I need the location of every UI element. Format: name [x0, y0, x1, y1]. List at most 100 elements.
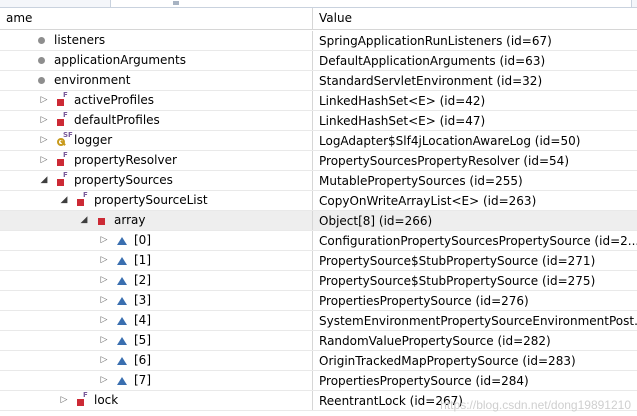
variable-value: PropertiesPropertySource (id=276)	[312, 291, 637, 310]
expand-toggle[interactable]: ▷	[38, 111, 50, 130]
variable-value: LogAdapter$Slf4jLocationAwareLog (id=50)	[312, 131, 637, 150]
tree-row-name-cell: ◢ propertySources	[0, 171, 312, 190]
tree-row[interactable]: ▷ [0] ConfigurationPropertySourcesProper…	[0, 231, 637, 251]
expand-toggle[interactable]: ▷	[98, 291, 110, 310]
tree-row-name-cell: ▷ lock	[0, 391, 312, 410]
array-element-icon	[116, 375, 128, 387]
array-element-icon	[116, 275, 128, 287]
tree-row-name-cell: ▷ [0]	[0, 231, 312, 250]
variable-name: propertySources	[74, 173, 173, 187]
variable-name: [6]	[134, 353, 151, 367]
expand-toggle[interactable]: ▷	[58, 391, 70, 410]
variable-value: SpringApplicationRunListeners (id=67)	[312, 31, 637, 50]
watermark: https://blog.csdn.net/dong19891210	[440, 398, 631, 412]
tree-row-name-cell: ▷ [2]	[0, 271, 312, 290]
name-column-header[interactable]: ame	[0, 8, 312, 29]
variable-value: PropertySource$StubPropertySource (id=27…	[312, 271, 637, 290]
variable-value: LinkedHashSet<E> (id=42)	[312, 91, 637, 110]
variable-value: SystemEnvironmentPropertySourceEnvironme…	[312, 311, 637, 330]
tree-row-name-cell: ▷ [4]	[0, 311, 312, 330]
tree-row-name-cell: ▷ propertyResolver	[0, 151, 312, 170]
variable-name: array	[114, 213, 146, 227]
variable-value: Object[8] (id=266)	[312, 211, 637, 230]
array-element-icon	[116, 355, 128, 367]
tree-row[interactable]: ▷ activeProfiles LinkedHashSet<E> (id=42…	[0, 91, 637, 111]
variable-name: [7]	[134, 373, 151, 387]
tree-row[interactable]: ▷ [7] PropertiesPropertySource (id=284)	[0, 371, 637, 391]
expand-toggle[interactable]: ▷	[98, 311, 110, 330]
array-element-icon	[116, 295, 128, 307]
default-field-icon	[36, 55, 48, 67]
tree-row-name-cell: ▷ [5]	[0, 331, 312, 350]
variable-name: defaultProfiles	[74, 113, 160, 127]
private-field-icon	[56, 111, 68, 127]
expand-toggle[interactable]: ◢	[38, 171, 50, 190]
expand-toggle	[18, 51, 30, 70]
tree-row[interactable]: ▷ [1] PropertySource$StubPropertySource …	[0, 251, 637, 271]
expand-toggle[interactable]: ▷	[38, 91, 50, 110]
tree-row[interactable]: ▷ [6] OriginTrackedMapPropertySource (id…	[0, 351, 637, 371]
expand-toggle[interactable]: ▷	[98, 351, 110, 370]
tree-row-selected[interactable]: ◢ array Object[8] (id=266)	[0, 211, 637, 231]
static-final-field-icon: SF	[56, 131, 73, 147]
expand-toggle[interactable]: ◢	[78, 211, 90, 230]
variable-name: environment	[54, 73, 131, 87]
tree-row-name-cell: ▷ [6]	[0, 351, 312, 370]
variable-name: applicationArguments	[54, 53, 186, 67]
tree-row[interactable]: ▷ defaultProfiles LinkedHashSet<E> (id=4…	[0, 111, 637, 131]
variable-value: RandomValuePropertySource (id=282)	[312, 331, 637, 350]
expand-toggle	[18, 31, 30, 50]
tree-row[interactable]: ▷ [3] PropertiesPropertySource (id=276)	[0, 291, 637, 311]
expand-toggle[interactable]: ▷	[98, 231, 110, 250]
expand-toggle[interactable]: ▷	[38, 151, 50, 170]
tree-row[interactable]: environment StandardServletEnvironment (…	[0, 71, 637, 91]
tree-row[interactable]: ▷ [5] RandomValuePropertySource (id=282)	[0, 331, 637, 351]
variable-name: logger	[74, 133, 113, 147]
array-element-icon	[116, 235, 128, 247]
expand-toggle	[18, 71, 30, 90]
tree-row[interactable]: ▷ [2] PropertySource$StubPropertySource …	[0, 271, 637, 291]
variable-name: propertySourceList	[94, 193, 208, 207]
variable-name: [1]	[134, 253, 151, 267]
private-field-icon	[56, 91, 68, 107]
tree-row[interactable]: ◢ propertySourceList CopyOnWriteArrayLis…	[0, 191, 637, 211]
tree-row-name-cell: environment	[0, 71, 312, 90]
variable-name: [4]	[134, 313, 151, 327]
editor-tab-strip	[0, 0, 637, 8]
tree-row[interactable]: ▷ SF logger LogAdapter$Slf4jLocationAwar…	[0, 131, 637, 151]
array-field-icon	[96, 215, 108, 227]
variable-name: [2]	[134, 273, 151, 287]
array-element-icon	[116, 335, 128, 347]
tree-row[interactable]: ▷ [4] SystemEnvironmentPropertySourceEnv…	[0, 311, 637, 331]
variable-value: MutablePropertySources (id=255)	[312, 171, 637, 190]
expand-toggle[interactable]: ▷	[98, 271, 110, 290]
tree-row-name-cell: ▷ [7]	[0, 371, 312, 390]
variable-value: StandardServletEnvironment (id=32)	[312, 71, 637, 90]
variable-value: PropertySourcesPropertyResolver (id=54)	[312, 151, 637, 170]
tree-row[interactable]: listeners SpringApplicationRunListeners …	[0, 31, 637, 51]
array-element-icon	[116, 315, 128, 327]
tree-row[interactable]: ◢ propertySources MutablePropertySources…	[0, 171, 637, 191]
expand-toggle[interactable]: ▷	[98, 371, 110, 390]
value-column-header[interactable]: Value	[312, 8, 637, 29]
variable-name: [5]	[134, 333, 151, 347]
expand-toggle[interactable]: ▷	[98, 331, 110, 350]
tree-row[interactable]: ▷ propertyResolver PropertySourcesProper…	[0, 151, 637, 171]
default-field-icon	[36, 35, 48, 47]
tree-row-name-cell: listeners	[0, 31, 312, 50]
tree-row-name-cell: ▷ [1]	[0, 251, 312, 270]
expand-toggle[interactable]: ▷	[98, 251, 110, 270]
expand-toggle[interactable]: ◢	[58, 191, 70, 210]
editor-tab[interactable]	[110, 0, 632, 7]
variable-value: ConfigurationPropertySourcesPropertySour…	[312, 231, 637, 250]
expand-toggle[interactable]: ▷	[38, 131, 50, 150]
variable-value: PropertiesPropertySource (id=284)	[312, 371, 637, 390]
variable-name: lock	[94, 393, 119, 407]
variable-value: PropertySource$StubPropertySource (id=27…	[312, 251, 637, 270]
variables-table-header: ame Value	[0, 8, 637, 30]
tree-row[interactable]: applicationArguments DefaultApplicationA…	[0, 51, 637, 71]
variable-value: OriginTrackedMapPropertySource (id=283)	[312, 351, 637, 370]
private-field-icon	[76, 191, 88, 207]
variable-name: activeProfiles	[74, 93, 155, 107]
default-field-icon	[36, 75, 48, 87]
